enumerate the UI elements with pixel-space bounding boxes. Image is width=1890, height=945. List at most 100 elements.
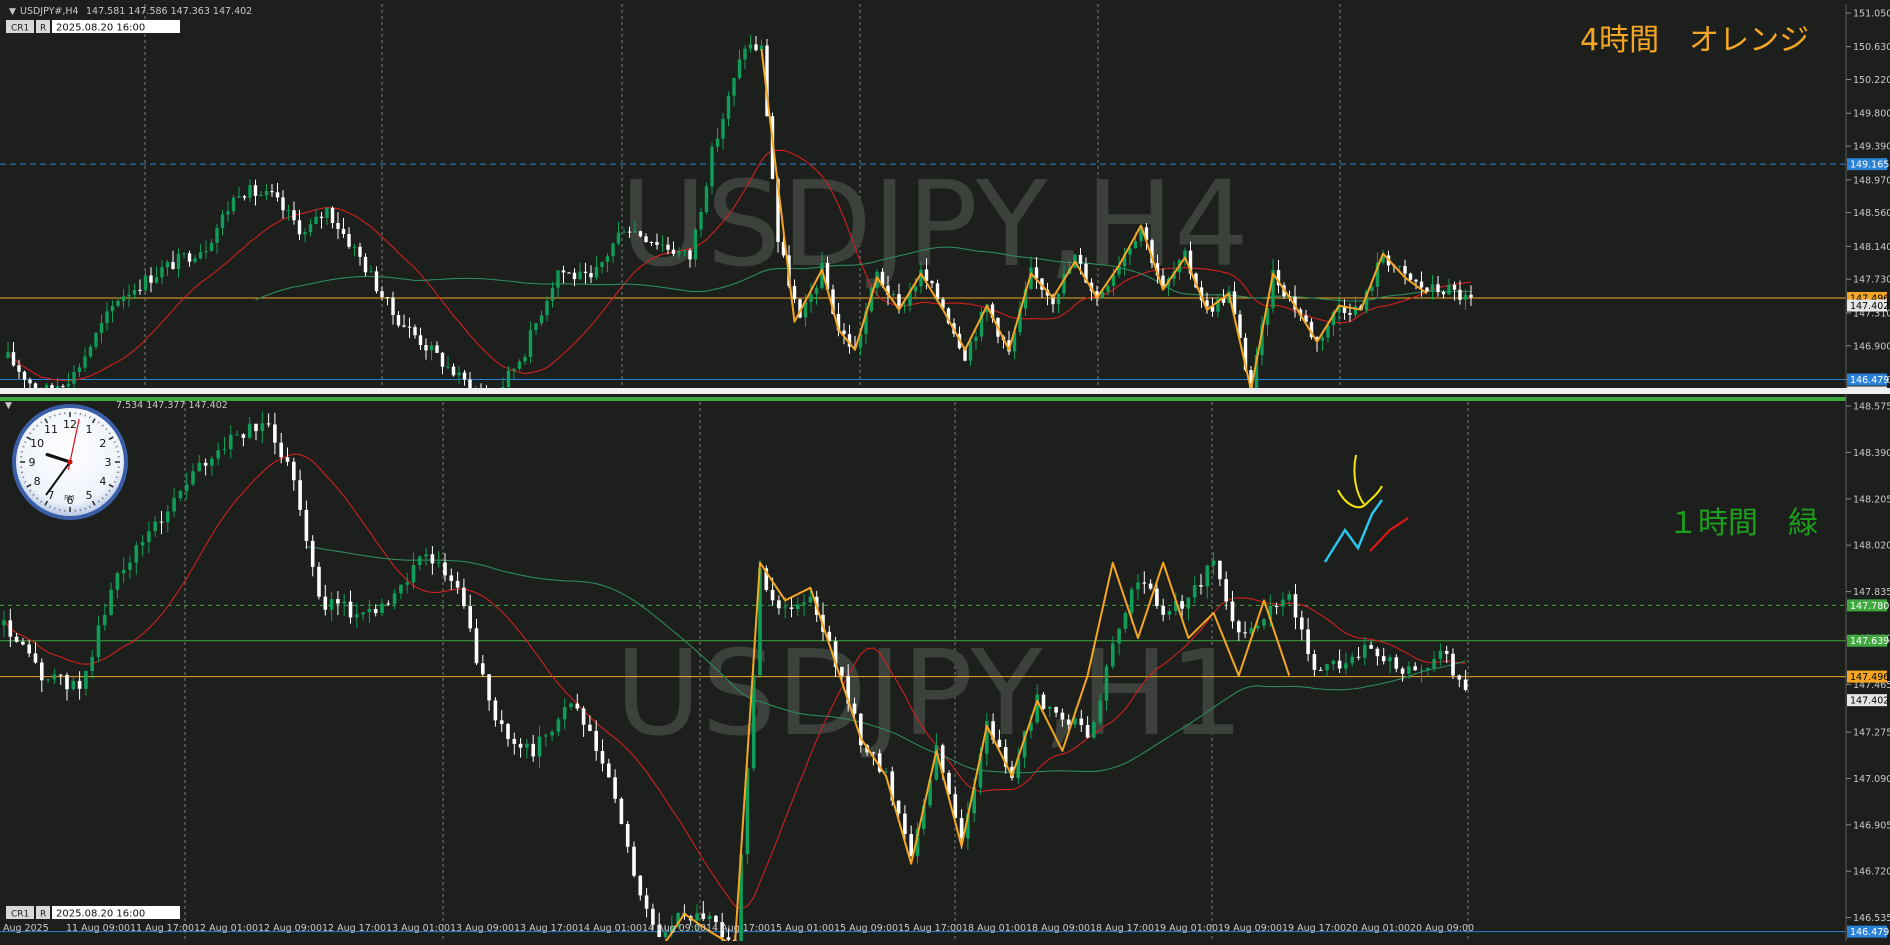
candle-body — [135, 545, 139, 562]
candle-body — [12, 352, 15, 365]
candle-body — [617, 233, 620, 244]
candle-body — [171, 262, 174, 269]
candle-body — [138, 290, 141, 291]
candle-body — [265, 191, 268, 195]
candle-body — [446, 367, 449, 368]
candle-body — [1469, 295, 1472, 298]
x-tick-label: 12 Aug 01:00 — [194, 923, 258, 934]
candle-body — [743, 49, 746, 60]
candle-body — [1439, 651, 1443, 659]
candle-body — [1086, 725, 1090, 738]
candle-body — [494, 700, 498, 720]
candle-body — [661, 245, 664, 246]
candle-body — [1344, 663, 1348, 668]
price-tag-label: 147.780 — [1850, 601, 1889, 612]
candle-body — [226, 211, 229, 214]
candle-body — [254, 424, 258, 431]
candle-body — [2, 620, 6, 625]
candle-body — [1054, 707, 1058, 713]
candle-body — [749, 44, 752, 48]
candle-body — [1275, 606, 1279, 607]
candle-body — [1401, 669, 1405, 674]
candle-body — [1111, 643, 1115, 666]
candle-body — [1338, 661, 1342, 669]
candle-body — [714, 916, 718, 922]
y-tick-label: 148.970 — [1853, 175, 1890, 186]
candle-body — [1067, 720, 1071, 725]
y-tick-label: 147.835 — [1853, 587, 1890, 598]
candle-body — [1357, 657, 1361, 658]
candle-body — [122, 296, 125, 301]
h4-collapse-icon[interactable]: ▼ — [9, 7, 16, 17]
candle-body — [155, 277, 158, 283]
candle-body — [771, 590, 775, 600]
candle-body — [1193, 585, 1197, 597]
candle-body — [613, 777, 617, 798]
h4-chart-panel[interactable]: USDJPY,H4 151.050150.630150.220149.80014… — [0, 0, 1890, 388]
candle-body — [331, 208, 334, 223]
x-tick-label: 13 Aug 17:00 — [514, 923, 578, 934]
candle-body — [430, 345, 433, 350]
y-tick-label: 148.390 — [1853, 448, 1890, 459]
x-tick-label: 14 Aug 01:00 — [578, 923, 642, 934]
candle-body — [144, 275, 147, 290]
candle-body — [518, 361, 521, 368]
candle-body — [1464, 295, 1467, 300]
candle-body — [721, 119, 724, 139]
candle-body — [199, 252, 202, 258]
candle-body — [210, 458, 214, 465]
price-tag-label: 147.639 — [1850, 636, 1889, 647]
candle-body — [413, 327, 416, 335]
candle-body — [576, 704, 580, 709]
h1-chart-panel[interactable]: USDJPY,H1 148.575148.390148.205148.02014… — [0, 394, 1890, 941]
candle-body — [21, 642, 25, 645]
candle-body — [59, 675, 63, 676]
candle-body — [1130, 590, 1134, 613]
candle-body — [699, 212, 702, 230]
candle-body — [166, 262, 169, 267]
candle-body — [639, 876, 643, 896]
clock-numeral: 12 — [63, 418, 77, 431]
candle-body — [342, 229, 345, 234]
clock-icon[interactable]: 121234567891011 PM — [8, 400, 132, 524]
candle-body — [349, 602, 353, 618]
y-tick-label: 146.720 — [1853, 867, 1890, 878]
candle-body — [336, 599, 340, 603]
h4-label: 4時間 オレンジ — [1580, 23, 1809, 58]
candle-body — [1407, 666, 1411, 673]
candle-body — [969, 341, 972, 361]
h1-time-axis: Aug 202511 Aug 09:0011 Aug 17:0012 Aug 0… — [3, 923, 1474, 934]
candle-body — [193, 259, 196, 262]
clock-ampm: PM — [64, 494, 74, 502]
y-tick-label: 148.575 — [1853, 402, 1890, 413]
x-tick-label: 20 Aug 09:00 — [1410, 923, 1474, 934]
candle-body — [204, 463, 208, 466]
candle-body — [188, 253, 191, 261]
candle-body — [65, 675, 69, 689]
x-tick-label: 19 Aug 17:00 — [1282, 923, 1346, 934]
candle-body — [578, 272, 581, 279]
candle-body — [655, 242, 658, 245]
candle-body — [677, 251, 680, 254]
candle-body — [375, 271, 378, 291]
candle-body — [727, 96, 730, 119]
candle-body — [311, 541, 315, 567]
candle-body — [254, 185, 257, 196]
candle-body — [127, 295, 130, 297]
y-tick-label: 148.205 — [1853, 494, 1890, 505]
candle-body — [261, 423, 265, 431]
candle-body — [408, 327, 411, 328]
candle-body — [1398, 266, 1401, 267]
candle-body — [97, 625, 101, 657]
candle-body — [506, 724, 510, 739]
candle-body — [1436, 284, 1439, 292]
candle-body — [1294, 594, 1298, 617]
candle-body — [1464, 680, 1468, 690]
candle-body — [695, 913, 699, 920]
candle-body — [185, 484, 189, 491]
y-tick-label: 147.090 — [1853, 774, 1890, 785]
candle-body — [232, 197, 235, 211]
candle-body — [1035, 695, 1039, 723]
clock-center — [68, 460, 73, 465]
candle-body — [1187, 598, 1191, 609]
